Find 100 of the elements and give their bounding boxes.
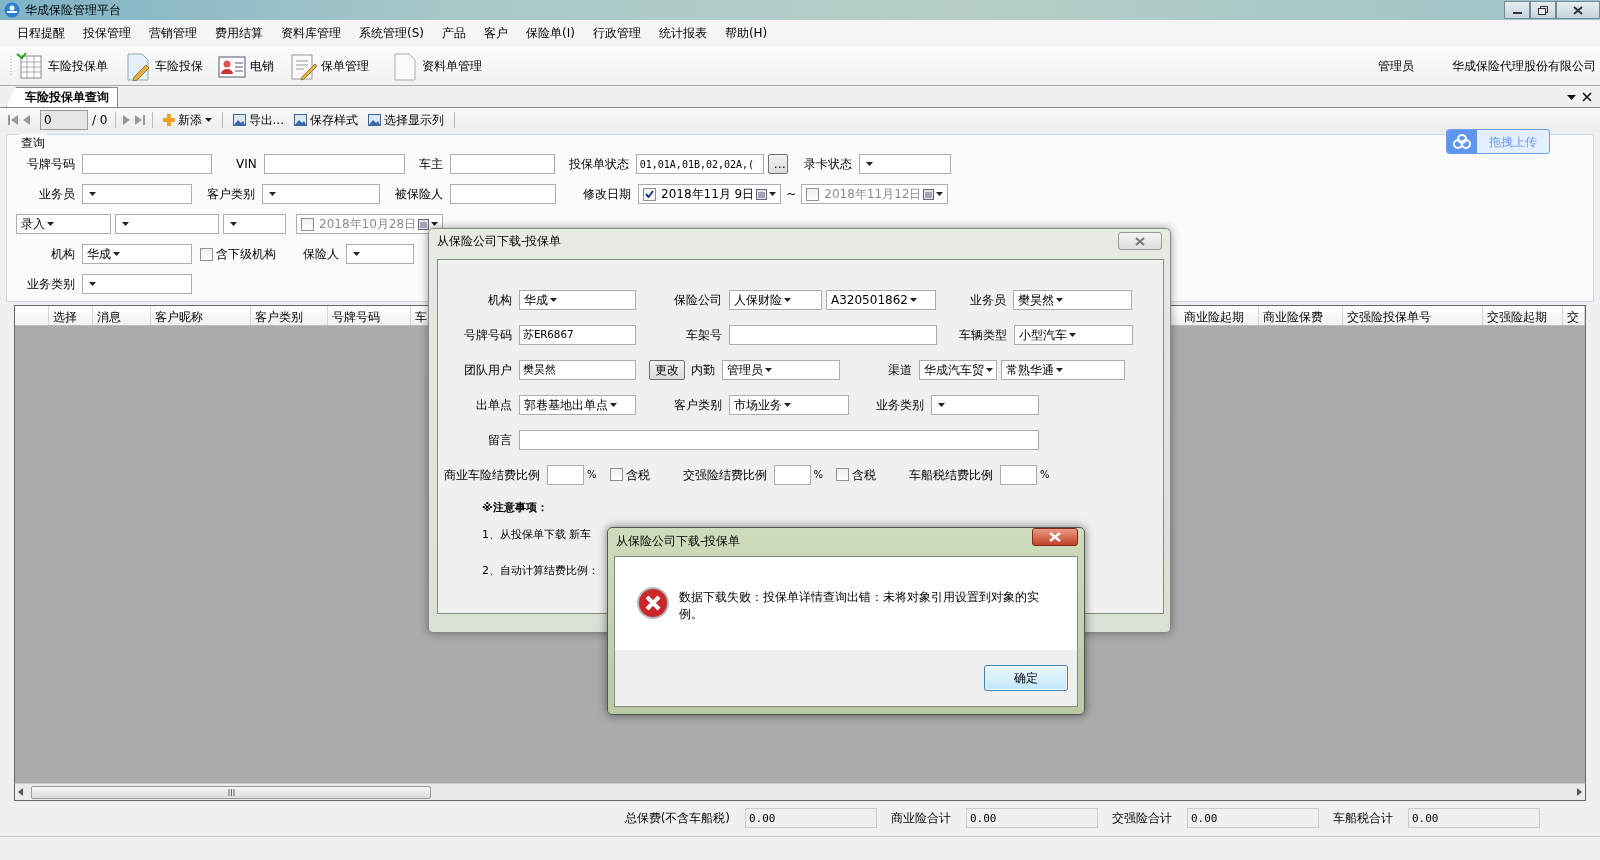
dropdown[interactable]: 郭巷基地出单点 [519, 394, 636, 415]
checkbox[interactable] [836, 468, 850, 481]
checkbox[interactable] [643, 187, 656, 201]
tab[interactable]: 车险投保单查询 [6, 87, 118, 107]
input-field[interactable] [519, 429, 1039, 450]
total-field[interactable]: 0.00 [966, 808, 1098, 828]
toolbar-button[interactable]: 保存样式 [290, 111, 361, 129]
input-field[interactable] [547, 464, 584, 485]
dropdown[interactable]: 市场业务 [729, 394, 849, 415]
menu-item[interactable]: 帮助(H) [715, 24, 777, 42]
input-field[interactable]: 樊昊然 [519, 359, 636, 380]
input-field[interactable] [1000, 464, 1038, 485]
date-picker[interactable]: 2018年11月 9日 [638, 184, 782, 204]
button[interactable]: … [767, 154, 788, 174]
dropdown[interactable] [346, 244, 414, 264]
total-label: 车船税合计 [1333, 810, 1393, 827]
toolbar-button[interactable]: 新添 [159, 111, 215, 129]
dropdown[interactable]: 录入 [16, 214, 111, 234]
dropdown[interactable]: A320501862 [826, 289, 936, 310]
column-header[interactable]: 商业险保费 [1259, 306, 1343, 325]
total-field[interactable]: 0.00 [745, 808, 877, 828]
dropdown[interactable]: 管理员 [722, 359, 840, 380]
menu-item[interactable]: 行政管理 [583, 24, 650, 42]
grip-icon [10, 55, 13, 76]
dropdown[interactable]: 华成汽车贸 [919, 359, 997, 380]
button[interactable]: 更改 [649, 359, 685, 380]
dropdown[interactable] [82, 184, 192, 204]
dropdown[interactable] [931, 394, 1039, 415]
field-label: 号牌号码 [463, 326, 512, 344]
column-header[interactable]: 商业险起期 [1180, 306, 1259, 325]
column-header[interactable]: 交强险投保单号 [1343, 306, 1483, 325]
checkbox-label: 含下级机构 [216, 246, 276, 263]
close-button[interactable] [1556, 1, 1600, 19]
scrollbar-thumb[interactable] [31, 785, 431, 799]
menu-item[interactable]: 系统管理(S) [350, 24, 433, 42]
close-icon[interactable] [1582, 92, 1592, 102]
ok-button[interactable]: 确定 [984, 665, 1068, 691]
dropdown[interactable]: 樊昊然 [1013, 289, 1132, 310]
dropdown[interactable] [262, 184, 380, 204]
dropdown[interactable]: 华成 [82, 244, 192, 264]
dropdown[interactable]: 华成 [519, 289, 636, 310]
column-header[interactable]: 消息 [93, 306, 151, 325]
column-header[interactable]: 选择 [49, 306, 93, 325]
checkbox[interactable] [301, 217, 314, 231]
menu-item[interactable]: 费用结算 [206, 24, 272, 42]
last-page-icon[interactable] [134, 115, 145, 125]
input-field[interactable] [773, 464, 811, 485]
menu-item[interactable]: 统计报表 [649, 24, 716, 42]
dropdown[interactable]: 常熟华通 [1001, 359, 1125, 380]
column-header[interactable]: 交 [1563, 306, 1585, 325]
input-field[interactable]: 苏ER6867 [519, 324, 636, 345]
total-field[interactable]: 0.00 [1187, 808, 1319, 828]
menu-item[interactable]: 客户 [475, 24, 517, 42]
input-field[interactable] [729, 324, 937, 345]
column-header[interactable]: 客户类别 [251, 306, 328, 325]
caret-icon [769, 192, 777, 196]
date-picker[interactable]: 2018年10月28日 [296, 214, 444, 234]
input-field[interactable] [263, 154, 405, 174]
minimize-button[interactable] [1504, 1, 1530, 19]
toolbar-button[interactable]: 车险投保 [120, 50, 205, 81]
input-field[interactable] [82, 154, 212, 174]
close-button[interactable] [1032, 528, 1078, 546]
page-number-field[interactable]: 0 [40, 110, 88, 130]
maximize-button[interactable] [1530, 1, 1556, 19]
caret-icon [784, 297, 791, 302]
checkbox[interactable] [806, 187, 820, 201]
toolbar-button[interactable]: 选择显示列 [364, 111, 447, 129]
first-page-icon[interactable] [8, 115, 18, 125]
checkbox[interactable] [609, 468, 623, 481]
column-header[interactable]: 交强险起期 [1483, 306, 1563, 325]
dropdown[interactable] [223, 214, 286, 234]
checkbox[interactable] [200, 247, 213, 261]
dropdown[interactable]: 小型汽车 [1014, 324, 1133, 345]
previous-page-icon[interactable] [22, 115, 30, 125]
next-page-icon[interactable] [122, 115, 131, 125]
column-header[interactable]: 客户昵称 [151, 306, 251, 325]
caret-icon [936, 192, 944, 196]
dropdown[interactable] [858, 154, 951, 174]
menu-item[interactable]: 保险单(I) [517, 24, 584, 42]
menu-item[interactable]: 营销管理 [140, 24, 206, 42]
toolbar-button[interactable]: 导出... [229, 111, 287, 129]
input-field[interactable]: 01,01A,01B,02,02A,( [635, 154, 764, 174]
menu-item[interactable]: 日程提醒 [8, 24, 74, 42]
toolbar-button[interactable]: 资料单管理 [387, 50, 484, 81]
toolbar-button[interactable]: 电销 [215, 50, 276, 81]
input-field[interactable] [449, 154, 555, 174]
dropdown[interactable] [115, 214, 219, 234]
toolbar-button[interactable]: 车险投保单 [13, 50, 110, 81]
date-picker[interactable]: 2018年11月12日 [801, 184, 949, 204]
input-field[interactable] [450, 184, 556, 204]
dropdown-arrow-icon[interactable] [1567, 94, 1576, 100]
menu-item[interactable]: 投保管理 [74, 24, 140, 42]
dropdown[interactable]: 人保财险 [729, 289, 822, 310]
toolbar-button[interactable]: 保单管理 [286, 50, 371, 81]
menu-item[interactable]: 产品 [433, 24, 475, 42]
caret-icon [765, 367, 772, 372]
total-field[interactable]: 0.00 [1408, 808, 1540, 828]
column-header[interactable]: 号牌号码 [328, 306, 411, 325]
dropdown[interactable] [82, 274, 192, 294]
menu-item[interactable]: 资料库管理 [272, 24, 350, 42]
